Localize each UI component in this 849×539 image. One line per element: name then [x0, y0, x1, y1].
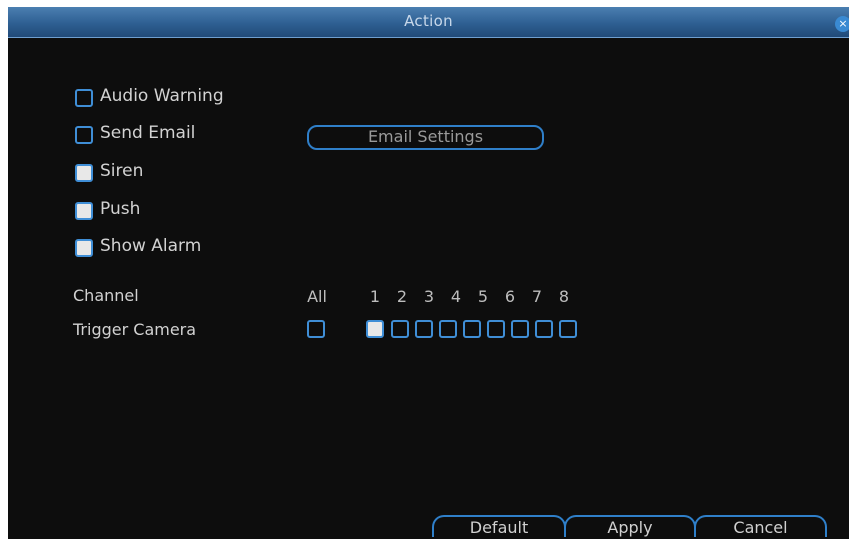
trigger-camera-9-checkbox[interactable]: [559, 320, 577, 338]
channel-number-4: 4: [450, 287, 462, 306]
apply-button[interactable]: Apply: [564, 515, 696, 537]
default-button[interactable]: Default: [432, 515, 566, 537]
siren-label: Siren: [100, 161, 144, 181]
channel-all-label: All: [307, 287, 327, 306]
email-settings-button[interactable]: Email Settings: [307, 125, 544, 150]
title-bar: Action ×: [8, 7, 849, 38]
channel-number-1: 1: [369, 287, 381, 306]
trigger-camera-5-checkbox[interactable]: [463, 320, 481, 338]
trigger-camera-6-checkbox[interactable]: [487, 320, 505, 338]
trigger-camera-2-checkbox[interactable]: [391, 320, 409, 338]
dialog-title: Action: [404, 12, 453, 30]
trigger-all-checkbox[interactable]: [307, 320, 325, 338]
channel-number-8: 8: [558, 287, 570, 306]
channel-number-5: 5: [477, 287, 489, 306]
audio-warning-checkbox[interactable]: [75, 89, 93, 107]
audio-warning-label: Audio Warning: [100, 86, 224, 106]
send-email-label: Send Email: [100, 123, 196, 143]
send-email-checkbox[interactable]: [75, 126, 93, 144]
channel-number-2: 2: [396, 287, 408, 306]
push-label: Push: [100, 199, 141, 219]
trigger-camera-4-checkbox[interactable]: [439, 320, 457, 338]
trigger-camera-3-checkbox[interactable]: [415, 320, 433, 338]
trigger-camera-7-checkbox[interactable]: [511, 320, 529, 338]
trigger-camera-label: Trigger Camera: [73, 320, 197, 339]
trigger-camera-1-checkbox[interactable]: [366, 320, 384, 338]
channel-number-3: 3: [423, 287, 435, 306]
push-checkbox[interactable]: [75, 202, 93, 220]
siren-checkbox[interactable]: [75, 164, 93, 182]
show-alarm-checkbox[interactable]: [75, 239, 93, 257]
trigger-camera-8-checkbox[interactable]: [535, 320, 553, 338]
channel-label: Channel: [73, 286, 139, 305]
close-icon[interactable]: ×: [835, 16, 849, 32]
channel-number-6: 6: [504, 287, 516, 306]
show-alarm-label: Show Alarm: [100, 236, 202, 256]
channel-number-7: 7: [531, 287, 543, 306]
cancel-button[interactable]: Cancel: [694, 515, 827, 537]
